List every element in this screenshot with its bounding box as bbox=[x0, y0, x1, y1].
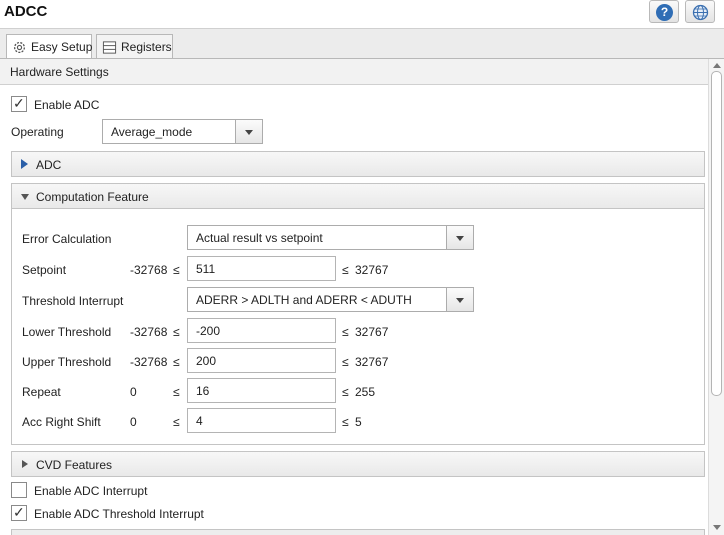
enable-adc-threshold-interrupt-checkbox[interactable]: ✓ bbox=[11, 504, 27, 521]
setpoint-label: Setpoint bbox=[22, 263, 67, 277]
error-calculation-value: Actual result vs setpoint bbox=[196, 231, 323, 245]
setpoint-le-min: ≤ bbox=[173, 263, 180, 277]
globe-icon bbox=[692, 4, 709, 21]
enable-adc-threshold-interrupt-label: Enable ADC Threshold Interrupt bbox=[34, 507, 204, 521]
upper-threshold-value: 200 bbox=[196, 354, 217, 368]
title-bar: ADCC ? bbox=[0, 0, 724, 28]
enable-adc-checkbox[interactable]: ✓ bbox=[11, 95, 27, 112]
computation-section-header[interactable]: Computation Feature bbox=[11, 183, 705, 209]
next-section-header[interactable] bbox=[11, 529, 705, 535]
adc-section-label: ADC bbox=[36, 158, 62, 172]
threshold-interrupt-label: Threshold Interrupt bbox=[22, 294, 124, 308]
adc-section-header[interactable]: ADC bbox=[11, 151, 705, 177]
tab-easy-setup[interactable]: Easy Setup bbox=[6, 34, 92, 60]
upper-threshold-input[interactable]: 200 bbox=[187, 348, 336, 373]
threshold-interrupt-value: ADERR > ADLTH and ADERR < ADUTH bbox=[196, 293, 412, 307]
acc-right-shift-value: 4 bbox=[196, 414, 203, 428]
check-icon: ✓ bbox=[13, 504, 25, 520]
tab-registers[interactable]: Registers bbox=[96, 34, 173, 59]
gear-icon bbox=[13, 41, 26, 54]
operating-value: Average_mode bbox=[111, 125, 193, 139]
setpoint-le-max: ≤ bbox=[342, 263, 349, 277]
lower-threshold-input[interactable]: -200 bbox=[187, 318, 336, 343]
operating-label: Operating bbox=[11, 125, 64, 139]
help-button[interactable]: ? bbox=[649, 0, 679, 23]
threshold-interrupt-dropdown-button[interactable] bbox=[446, 288, 473, 311]
error-calculation-label: Error Calculation bbox=[22, 232, 112, 246]
acc-right-shift-label: Acc Right Shift bbox=[22, 415, 101, 429]
upper-threshold-min: -32768 bbox=[130, 355, 168, 369]
hardware-settings-header: Hardware Settings bbox=[0, 59, 708, 85]
lower-threshold-le-min: ≤ bbox=[173, 325, 180, 339]
operating-select[interactable]: Average_mode bbox=[102, 119, 263, 144]
upper-threshold-label: Upper Threshold bbox=[22, 355, 112, 369]
cvd-section-header[interactable]: CVD Features bbox=[11, 451, 705, 477]
lower-threshold-value: -200 bbox=[196, 324, 221, 338]
acc-right-shift-min: 0 bbox=[130, 415, 137, 429]
setpoint-max: 32767 bbox=[355, 263, 389, 277]
check-icon: ✓ bbox=[13, 95, 25, 111]
enable-adc-interrupt-checkbox[interactable] bbox=[11, 482, 27, 498]
repeat-label: Repeat bbox=[22, 385, 61, 399]
lower-threshold-min: -32768 bbox=[130, 325, 168, 339]
repeat-input[interactable]: 16 bbox=[187, 378, 336, 403]
acc-right-shift-le-min: ≤ bbox=[173, 415, 180, 429]
computation-section-label: Computation Feature bbox=[36, 190, 149, 204]
hardware-settings-label: Hardware Settings bbox=[10, 65, 109, 79]
scroll-up-icon[interactable] bbox=[713, 63, 721, 68]
upper-threshold-le-min: ≤ bbox=[173, 355, 180, 369]
lower-threshold-le-max: ≤ bbox=[342, 325, 349, 339]
scrollbar-thumb[interactable] bbox=[711, 71, 722, 396]
scroll-down-icon[interactable] bbox=[713, 525, 721, 530]
enable-adc-label: Enable ADC bbox=[34, 98, 100, 112]
chevron-down-icon bbox=[456, 298, 464, 303]
setpoint-min: -32768 bbox=[130, 263, 168, 277]
tab-registers-label: Registers bbox=[121, 40, 172, 54]
repeat-min: 0 bbox=[130, 385, 137, 399]
upper-threshold-max: 32767 bbox=[355, 355, 389, 369]
table-icon bbox=[102, 41, 117, 54]
collapse-arrow-icon bbox=[21, 194, 29, 200]
acc-right-shift-max: 5 bbox=[355, 415, 362, 429]
enable-adc-interrupt-label: Enable ADC Interrupt bbox=[34, 484, 148, 498]
repeat-le-max: ≤ bbox=[342, 385, 349, 399]
setpoint-input[interactable]: 511 bbox=[187, 256, 336, 281]
easy-setup-panel: Hardware Settings ✓ Enable ADC Operating… bbox=[0, 58, 724, 535]
setpoint-value: 511 bbox=[196, 262, 216, 276]
vertical-scrollbar[interactable] bbox=[708, 59, 724, 535]
error-calculation-select[interactable]: Actual result vs setpoint bbox=[187, 225, 474, 250]
app-title: ADCC bbox=[4, 3, 48, 20]
error-calculation-dropdown-button[interactable] bbox=[446, 226, 473, 249]
tab-strip: Easy Setup Registers bbox=[0, 29, 724, 60]
upper-threshold-le-max: ≤ bbox=[342, 355, 349, 369]
repeat-max: 255 bbox=[355, 385, 376, 399]
help-icon: ? bbox=[656, 4, 673, 21]
acc-right-shift-le-max: ≤ bbox=[342, 415, 349, 429]
acc-right-shift-input[interactable]: 4 bbox=[187, 408, 336, 433]
expand-arrow-icon bbox=[21, 159, 28, 169]
threshold-interrupt-select[interactable]: ADERR > ADLTH and ADERR < ADUTH bbox=[187, 287, 474, 312]
lower-threshold-max: 32767 bbox=[355, 325, 389, 339]
chevron-down-icon bbox=[456, 236, 464, 241]
expand-arrow-icon bbox=[22, 460, 28, 468]
chevron-down-icon bbox=[245, 130, 253, 135]
tab-easy-setup-label: Easy Setup bbox=[31, 40, 93, 54]
repeat-value: 16 bbox=[196, 384, 210, 398]
cvd-section-label: CVD Features bbox=[36, 458, 113, 472]
globe-button[interactable] bbox=[685, 0, 715, 23]
lower-threshold-label: Lower Threshold bbox=[22, 325, 112, 339]
operating-dropdown-button[interactable] bbox=[235, 120, 262, 143]
repeat-le-min: ≤ bbox=[173, 385, 180, 399]
